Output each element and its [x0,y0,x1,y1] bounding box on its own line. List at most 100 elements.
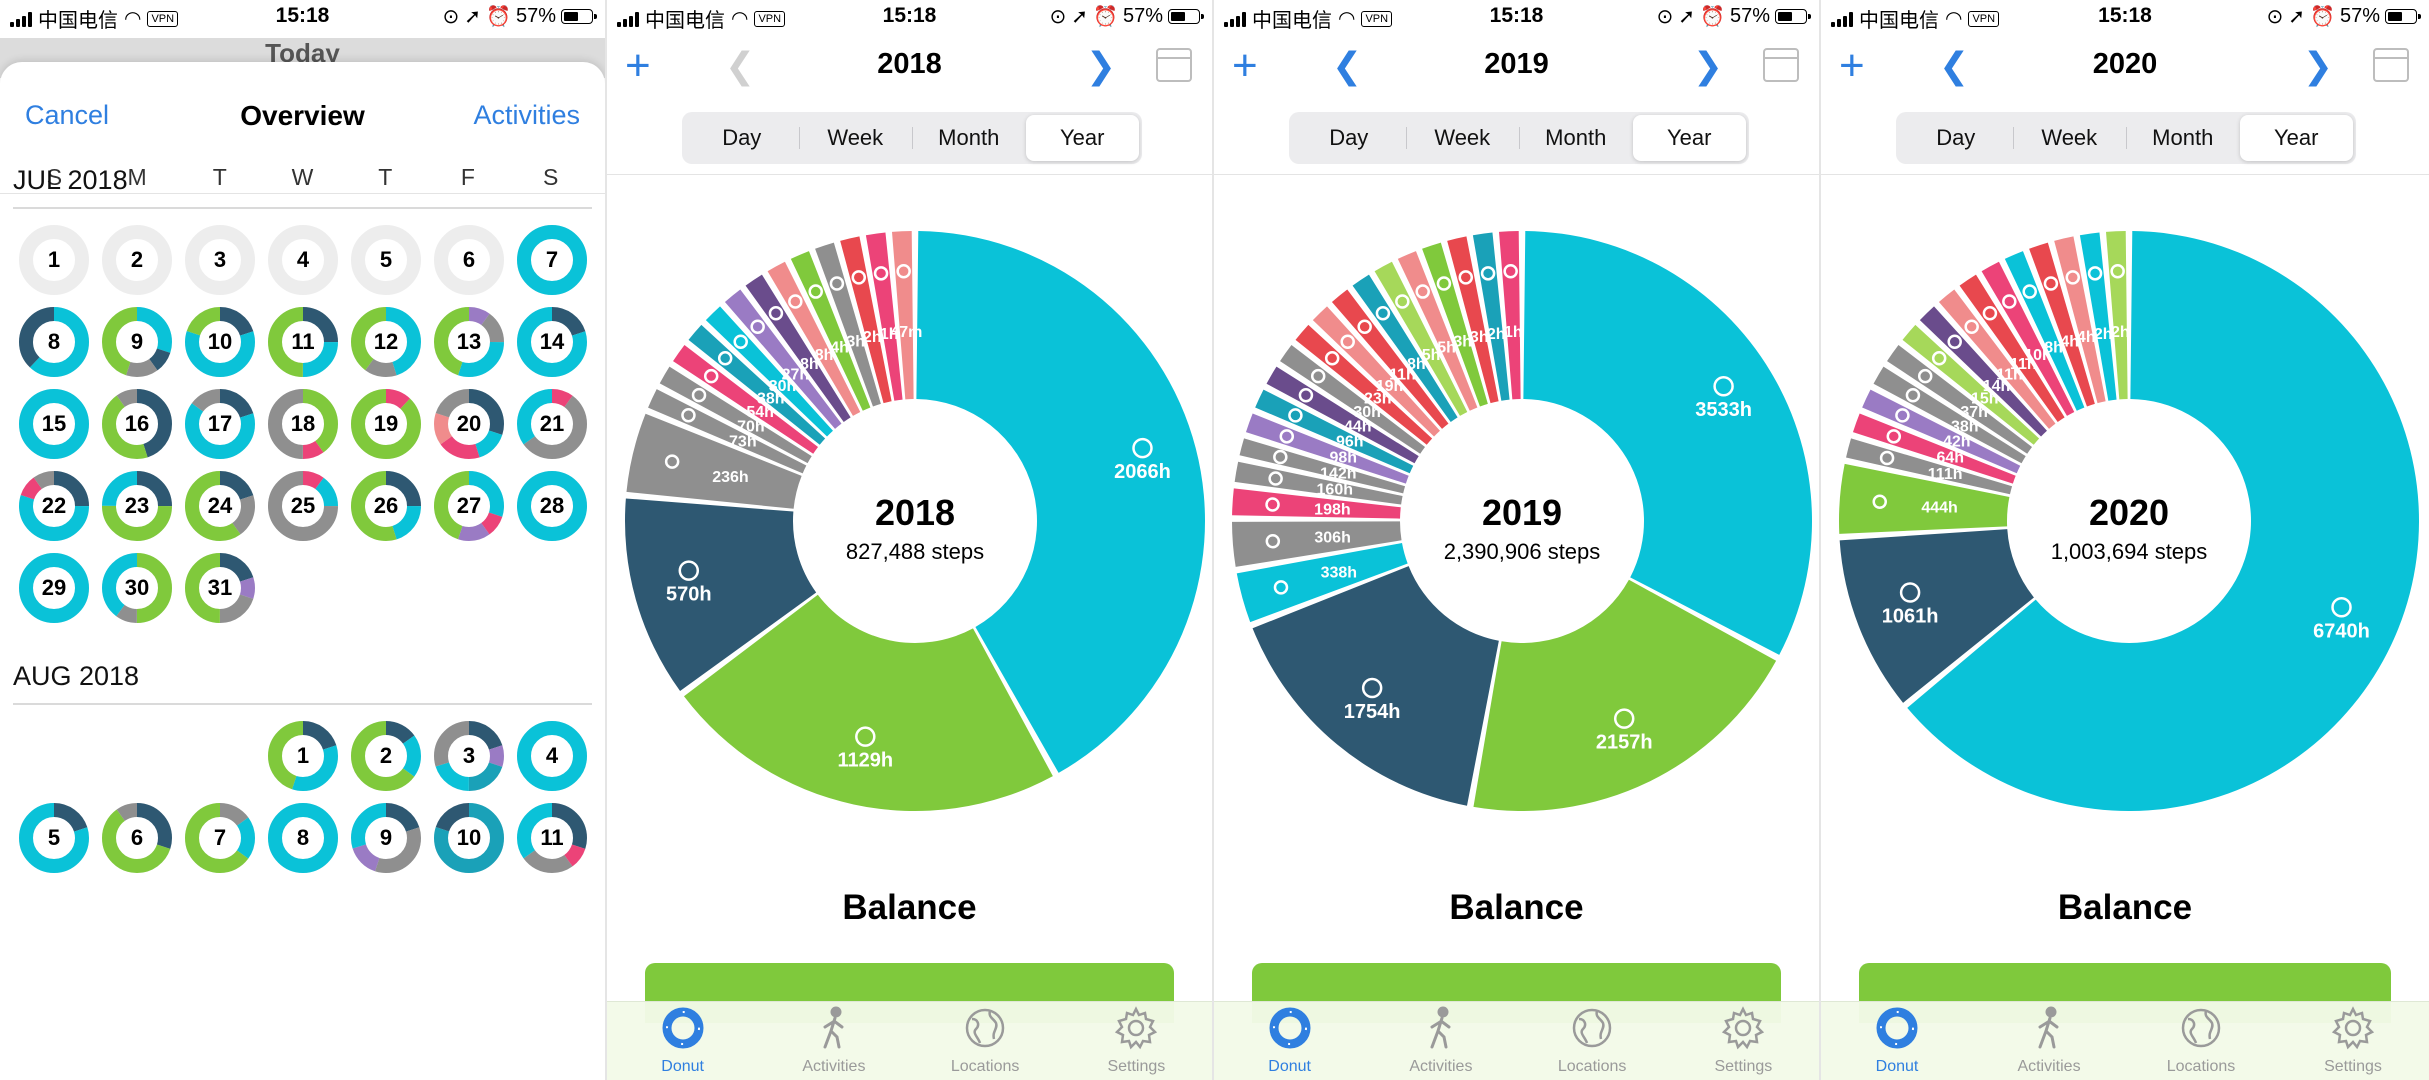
battery-icon [561,9,597,24]
day-donut[interactable]: 29 [17,551,91,625]
tab-settings[interactable]: Settings [1061,1002,1212,1080]
slice-label: 160h [1317,482,1353,499]
day-donut[interactable]: 2 [100,223,174,297]
slice-label: 64h [1936,450,1964,467]
donut-slice[interactable] [1523,231,1812,655]
day-donut[interactable]: 11 [515,801,589,875]
day-donut[interactable]: 8 [266,801,340,875]
segment-year[interactable]: Year [1025,115,1139,161]
year-panel-2018: 中国电信 ◠ VPN 15:18 ⊙ ➚ ⏰ 57% + ❮ 2018 ❯ Da… [607,0,1214,1080]
tab-donut[interactable]: Donut [1821,1002,1973,1080]
tab-activities[interactable]: Activities [1973,1002,2125,1080]
tab-donut[interactable]: Donut [1214,1002,1365,1080]
segment-week[interactable]: Week [798,115,913,161]
segment-week[interactable]: Week [1405,115,1520,161]
tab-activities[interactable]: Activities [758,1002,909,1080]
day-donut[interactable]: 16 [100,387,174,461]
slice-label: 2h [2111,324,2130,341]
day-donut[interactable]: 3 [183,223,257,297]
segment-month[interactable]: Month [1519,115,1633,161]
day-donut[interactable]: 8 [17,305,91,379]
day-donut[interactable]: 12 [349,305,423,379]
next-year-button[interactable]: ❯ [2303,46,2333,86]
day-donut[interactable]: 4 [515,719,589,793]
day-number: 17 [207,411,233,436]
weekday-label: T [378,164,393,190]
next-year-button[interactable]: ❯ [1086,46,1116,86]
day-donut[interactable]: 2 [349,719,423,793]
day-donut[interactable]: 3 [432,719,506,793]
day-donut[interactable]: 1 [266,719,340,793]
day-donut[interactable]: 25 [266,469,340,543]
month-label: AUG 2018 [13,661,140,691]
tab-label: Settings [1107,1058,1166,1075]
donut-center-steps: 827,488 steps [846,539,984,564]
calendar-icon[interactable] [1156,48,1192,82]
day-donut[interactable]: 13 [432,305,506,379]
segment-day[interactable]: Day [1899,115,2013,161]
tab-locations[interactable]: Locations [2125,1002,2277,1080]
segment-year[interactable]: Year [2239,115,2353,161]
day-donut[interactable]: 9 [349,801,423,875]
calendar-icon[interactable] [2373,48,2409,82]
day-donut[interactable]: 10 [432,801,506,875]
day-donut[interactable]: 4 [266,223,340,297]
next-year-button[interactable]: ❯ [1693,46,1723,86]
calendar-icon[interactable] [1763,48,1799,82]
day-donut[interactable]: 22 [17,469,91,543]
day-number: 3 [213,247,227,272]
day-donut[interactable]: 10 [183,305,257,379]
day-donut[interactable]: 26 [349,469,423,543]
lock-rotation-icon: ⊙ [1656,6,1674,28]
activities-button[interactable]: Activities [473,100,580,131]
day-donut[interactable]: 5 [17,801,91,875]
day-donut[interactable]: 24 [183,469,257,543]
slice-label: 6740h [2313,620,2370,642]
day-number: 26 [373,493,399,518]
segment-day[interactable]: Day [1292,115,1406,161]
segment-day[interactable]: Day [685,115,799,161]
day-donut[interactable]: 19 [349,387,423,461]
day-number: 8 [296,825,310,850]
day-donut[interactable]: 1 [17,223,91,297]
day-donut[interactable]: 7 [515,223,589,297]
slice-label: 38h [1951,418,1979,435]
day-donut[interactable]: 30 [100,551,174,625]
slice-label: 1h [1504,324,1523,341]
day-donut[interactable]: 7 [183,801,257,875]
day-number: 9 [130,329,144,354]
day-donut[interactable]: 5 [349,223,423,297]
tab-donut[interactable]: Donut [607,1002,758,1080]
day-number: 1 [47,247,61,272]
slice-label: 444h [1921,499,1957,516]
tab-locations[interactable]: Locations [910,1002,1061,1080]
segment-year[interactable]: Year [1632,115,1746,161]
tab-settings[interactable]: Settings [2277,1002,2429,1080]
segment-week[interactable]: Week [2012,115,2127,161]
settings-tab-icon [1113,1005,1159,1058]
day-donut[interactable]: 20 [432,387,506,461]
day-donut[interactable]: 14 [515,305,589,379]
tab-locations[interactable]: Locations [1517,1002,1668,1080]
day-donut[interactable]: 9 [100,305,174,379]
day-donut[interactable]: 17 [183,387,257,461]
day-donut[interactable]: 11 [266,305,340,379]
location-icon: ➚ [1678,6,1696,28]
year-title: 2018 [877,48,942,80]
day-number: 25 [290,493,316,518]
day-donut[interactable]: 27 [432,469,506,543]
day-donut[interactable]: 6 [100,801,174,875]
day-donut[interactable]: 18 [266,387,340,461]
tab-activities[interactable]: Activities [1365,1002,1516,1080]
segment-month[interactable]: Month [912,115,1026,161]
day-donut[interactable]: 31 [183,551,257,625]
day-donut[interactable]: 21 [515,387,589,461]
balance-heading: Balance [1449,888,1584,927]
weekday-label: S [543,164,559,190]
day-donut[interactable]: 6 [432,223,506,297]
segment-month[interactable]: Month [2126,115,2240,161]
tab-settings[interactable]: Settings [1668,1002,1819,1080]
day-donut[interactable]: 15 [17,387,91,461]
day-donut[interactable]: 23 [100,469,174,543]
day-donut[interactable]: 28 [515,469,589,543]
